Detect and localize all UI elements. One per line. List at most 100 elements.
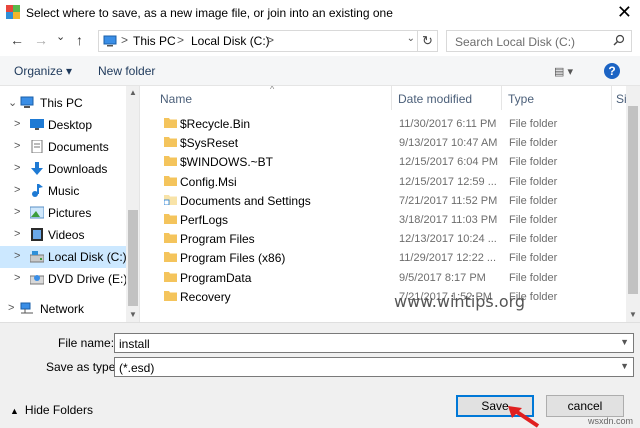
- sidebar-item-downloads[interactable]: > Downloads: [0, 158, 126, 180]
- table-row[interactable]: PerfLogs 3/18/2017 11:03 PM File folder: [160, 210, 630, 229]
- file-date: 12/13/2017 10:24 ...: [399, 233, 497, 246]
- expand-chevron-icon[interactable]: >: [8, 302, 14, 314]
- shortcut-folder-icon: [164, 194, 177, 205]
- column-header-type[interactable]: Type: [502, 86, 612, 110]
- folder-icon: [164, 118, 177, 128]
- search-placeholder: Search Local Disk (C:): [455, 35, 576, 49]
- scrollbar-thumb[interactable]: [128, 210, 138, 306]
- save-as-type-value: (*.esd): [119, 361, 155, 375]
- file-date: 9/5/2017 8:17 PM: [399, 271, 486, 284]
- back-arrow-icon[interactable]: ←: [10, 32, 24, 48]
- breadcrumb-separator[interactable]: >: [121, 33, 128, 47]
- sidebar-item-documents[interactable]: > Documents: [0, 136, 126, 158]
- breadcrumb-separator[interactable]: >: [267, 33, 274, 47]
- scrollbar-thumb[interactable]: [628, 106, 638, 294]
- sidebar-item-pictures[interactable]: > Pictures: [0, 202, 126, 224]
- cancel-button[interactable]: cancel: [546, 395, 624, 417]
- hide-folders-button[interactable]: ▲ Hide Folders: [10, 403, 93, 417]
- up-arrow-icon[interactable]: ↑: [76, 32, 83, 48]
- sidebar-item-this-pc[interactable]: ⌄ This PC: [0, 92, 126, 114]
- close-icon[interactable]: ✕: [617, 2, 632, 23]
- column-header-size[interactable]: Si: [612, 86, 626, 110]
- sidebar-item-music[interactable]: > Music: [0, 180, 126, 202]
- table-row[interactable]: $WINDOWS.~BT 12/15/2017 6:04 PM File folde…: [160, 152, 630, 171]
- downloads-icon: [31, 162, 43, 175]
- documents-icon: [31, 140, 43, 153]
- change-view-icon[interactable]: ▤ ▾: [554, 65, 573, 78]
- table-row[interactable]: ProgramData 9/5/2017 8:17 PM File folder: [160, 268, 630, 287]
- column-header-name[interactable]: Name: [154, 86, 392, 110]
- scroll-up-icon[interactable]: ▲: [129, 88, 137, 97]
- new-folder-button[interactable]: New folder: [98, 64, 155, 78]
- search-icon: [613, 34, 625, 46]
- file-name: Recovery: [180, 289, 231, 304]
- save-as-type-label: Save as type:: [46, 360, 119, 374]
- refresh-button[interactable]: ↻: [418, 30, 438, 52]
- column-header-date-modified[interactable]: Date modified: [392, 86, 502, 110]
- chevron-up-icon: ▲: [10, 406, 19, 416]
- sidebar-item-local-disk[interactable]: > Local Disk (C:): [0, 246, 127, 268]
- file-date: 9/13/2017 10:47 AM: [399, 137, 498, 150]
- navigation-pane: ⌄ This PC > Desktop > Documents > Downlo…: [0, 86, 140, 322]
- table-row[interactable]: Program Files (x86) 11/29/2017 12:22 ... F…: [160, 248, 630, 267]
- file-date: 12/15/2017 12:59 ...: [399, 175, 497, 188]
- file-date: 12/15/2017 6:04 PM: [399, 156, 499, 169]
- column-label: Name: [160, 92, 193, 106]
- address-bar[interactable]: > This PC > Local Disk (C:) > ⌄: [98, 30, 418, 52]
- sidebar-scrollbar[interactable]: ▲ ▼: [126, 86, 139, 322]
- file-type: File folder: [509, 233, 558, 246]
- breadcrumb-local-disk[interactable]: Local Disk (C:): [191, 34, 270, 48]
- sidebar-item-label: Music: [48, 184, 80, 198]
- file-list-scrollbar[interactable]: ▼: [626, 86, 640, 322]
- pc-icon: [20, 96, 34, 108]
- expand-chevron-icon[interactable]: >: [14, 162, 20, 174]
- chevron-down-icon[interactable]: ▼: [620, 361, 629, 371]
- table-row[interactable]: Config.Msi 12/15/2017 12:59 ... File folde…: [160, 172, 630, 191]
- file-type: File folder: [509, 214, 558, 226]
- expand-chevron-icon[interactable]: >: [14, 250, 20, 262]
- scroll-down-icon[interactable]: ▼: [129, 310, 137, 319]
- expand-chevron-icon[interactable]: >: [14, 206, 20, 218]
- sidebar-item-desktop[interactable]: > Desktop: [0, 114, 126, 136]
- desktop-icon: [30, 119, 44, 130]
- file-name: Program Files: [180, 232, 255, 247]
- search-input[interactable]: Search Local Disk (C:): [446, 30, 632, 52]
- watermark: www.wintips.org: [394, 292, 526, 311]
- table-row[interactable]: Documents and Settings 7/21/2017 11:52 PM…: [160, 191, 630, 210]
- folder-icon: [164, 252, 177, 263]
- folder-icon: [164, 156, 177, 167]
- file-name: Documents and Settings: [180, 193, 311, 208]
- table-row[interactable]: $SysReset 9/13/2017 10:47 AM File folder: [160, 133, 630, 152]
- scroll-down-icon[interactable]: ▼: [629, 310, 637, 319]
- recent-locations-icon[interactable]: ⌄: [56, 30, 65, 43]
- sidebar-item-network[interactable]: > Network: [0, 298, 126, 320]
- expand-chevron-icon[interactable]: >: [14, 184, 20, 196]
- table-row[interactable]: Program Files 12/13/2017 10:24 ... File fo…: [160, 229, 630, 248]
- organize-button[interactable]: Organize ▾: [14, 64, 72, 78]
- sidebar-item-label: Documents: [48, 140, 109, 154]
- breadcrumb-separator[interactable]: >: [177, 33, 184, 47]
- column-label: Type: [508, 92, 535, 106]
- file-date: 3/18/2017 11:03 PM: [399, 214, 498, 226]
- expand-chevron-icon[interactable]: >: [14, 272, 20, 284]
- folder-icon: [164, 137, 177, 148]
- help-icon[interactable]: ?: [604, 63, 620, 79]
- address-dropdown-icon[interactable]: ⌄: [407, 33, 415, 44]
- sidebar-item-dvd-drive[interactable]: > DVD Drive (E:) CC: [0, 268, 139, 290]
- file-name: Program Files (x86): [180, 251, 286, 266]
- forward-arrow-icon[interactable]: →: [34, 32, 48, 48]
- column-label: Si: [616, 92, 626, 106]
- music-icon: [32, 184, 43, 197]
- file-name: $WINDOWS.~BT: [180, 155, 274, 170]
- breadcrumb-this-pc[interactable]: This PC: [133, 34, 176, 48]
- sidebar-item-videos[interactable]: > Videos: [0, 224, 126, 246]
- collapse-chevron-icon[interactable]: ⌄: [8, 96, 17, 109]
- file-name-field[interactable]: install ▼: [114, 333, 634, 353]
- file-name-label: File name:: [58, 336, 115, 350]
- chevron-down-icon[interactable]: ▼: [620, 337, 629, 347]
- save-as-type-select[interactable]: (*.esd) ▼: [114, 357, 634, 377]
- expand-chevron-icon[interactable]: >: [14, 228, 20, 240]
- table-row[interactable]: $Recycle.Bin 11/30/2017 6:11 PM File folde…: [160, 114, 630, 133]
- expand-chevron-icon[interactable]: >: [14, 118, 20, 130]
- expand-chevron-icon[interactable]: >: [14, 140, 20, 152]
